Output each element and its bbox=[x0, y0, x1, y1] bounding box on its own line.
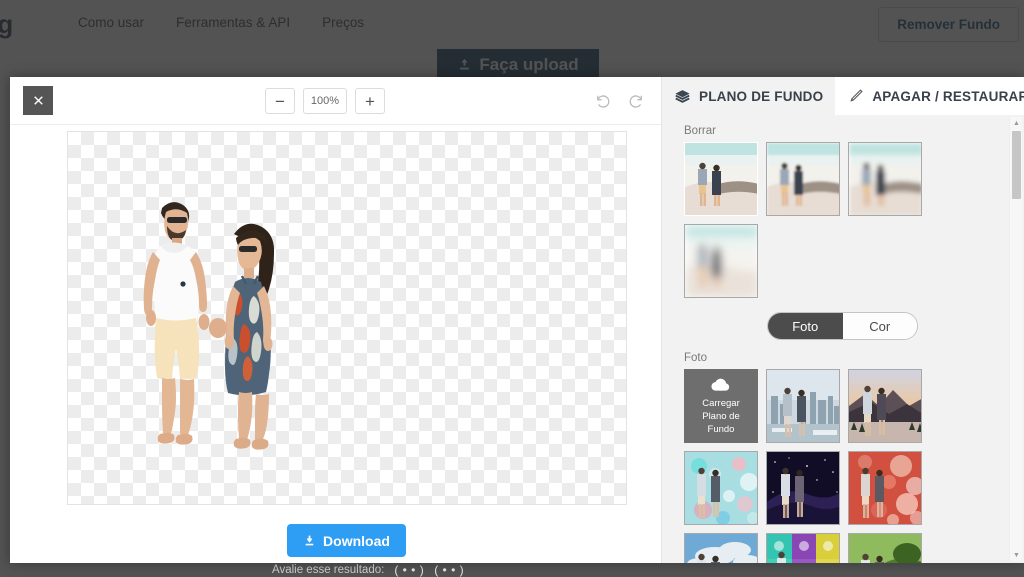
bg-thumb-green-garden[interactable] bbox=[848, 533, 922, 563]
download-label: Download bbox=[323, 532, 390, 549]
bg-thumb-color-pattern-image bbox=[767, 534, 839, 563]
layers-icon bbox=[675, 89, 690, 103]
held-hands bbox=[209, 318, 227, 338]
rating-bar: Avalie esse resultado: ( • • ) ( • • ) bbox=[0, 563, 1024, 577]
tab-plano-de-fundo-label: PLANO DE FUNDO bbox=[699, 88, 824, 104]
redo-icon bbox=[629, 94, 642, 108]
blur-thumb-0[interactable] bbox=[684, 142, 758, 216]
tab-apagar-restaurar[interactable]: APAGAR / RESTAURAR bbox=[835, 77, 1024, 115]
zoom-in-button[interactable]: + bbox=[355, 88, 385, 114]
redo-button[interactable] bbox=[625, 88, 647, 112]
photo-thumbnail-grid: Carregar Plano de Fundo bbox=[684, 369, 1001, 563]
zoom-out-button[interactable]: − bbox=[265, 88, 295, 114]
tab-apagar-restaurar-label: APAGAR / RESTAURAR bbox=[872, 88, 1024, 104]
download-icon bbox=[305, 535, 314, 546]
zoom-level-value[interactable]: 100% bbox=[303, 88, 347, 114]
bg-thumb-green-garden-image bbox=[849, 534, 921, 563]
blur-thumb-2-image bbox=[849, 143, 921, 215]
blur-thumb-1-image bbox=[767, 143, 839, 215]
undo-button[interactable] bbox=[591, 88, 613, 112]
app-root: og Como usar Ferramentas & API Preços Re… bbox=[0, 0, 1024, 577]
upload-tile-line1: Carregar bbox=[702, 398, 740, 409]
bg-thumb-clouds-sky-image bbox=[685, 534, 757, 563]
bg-thumb-mountain-sunset-image bbox=[849, 370, 921, 442]
bg-thumb-city-winter-image bbox=[767, 370, 839, 442]
subject-man bbox=[143, 202, 210, 445]
editor-pane: − 100% + Download bbox=[10, 77, 661, 563]
sidebar-pane: PLANO DE FUNDO APAGAR / RESTAURAR Borrar bbox=[661, 77, 1024, 563]
bg-thumb-red-bokeh-image bbox=[849, 452, 921, 524]
blur-thumbnail-grid bbox=[684, 142, 1001, 298]
image-canvas[interactable] bbox=[67, 131, 627, 505]
bg-thumb-clouds-sky[interactable] bbox=[684, 533, 758, 563]
bg-thumb-city-winter[interactable] bbox=[766, 369, 840, 443]
sidebar-scrollbar[interactable]: ▲ ▼ bbox=[1009, 117, 1022, 561]
mode-toggle-foto[interactable]: Foto bbox=[768, 313, 843, 339]
close-button[interactable] bbox=[23, 86, 53, 115]
cutout-subject-couple bbox=[143, 202, 275, 450]
cloud-upload-icon bbox=[711, 378, 730, 391]
mode-toggle: Foto Cor bbox=[767, 312, 918, 340]
background-options-panel: Borrar Foto Cor Foto Carregar Plano de F… bbox=[662, 115, 1024, 563]
bg-thumb-night-galaxy[interactable] bbox=[766, 451, 840, 525]
rating-face-negative[interactable]: ( • • ) bbox=[434, 563, 464, 577]
rating-face-positive[interactable]: ( • • ) bbox=[394, 563, 424, 577]
close-icon bbox=[33, 96, 43, 105]
blur-section-label: Borrar bbox=[684, 125, 716, 137]
upload-tile-line2: Plano de bbox=[702, 411, 740, 422]
scrollbar-thumb[interactable] bbox=[1012, 131, 1021, 199]
editor-toolbar: − 100% + bbox=[10, 77, 661, 125]
upload-background-tile[interactable]: Carregar Plano de Fundo bbox=[684, 369, 758, 443]
blur-thumb-3-image bbox=[685, 225, 757, 297]
mode-toggle-cor[interactable]: Cor bbox=[842, 313, 917, 339]
bg-thumb-mountain-sunset[interactable] bbox=[848, 369, 922, 443]
photo-section-label: Foto bbox=[684, 352, 708, 364]
brush-icon bbox=[850, 88, 863, 102]
bg-thumb-red-bokeh[interactable] bbox=[848, 451, 922, 525]
blur-thumb-1[interactable] bbox=[766, 142, 840, 216]
upload-tile-line3: Fundo bbox=[707, 424, 735, 435]
undo-icon bbox=[596, 94, 609, 108]
history-controls bbox=[591, 88, 647, 112]
blur-thumb-0-image bbox=[685, 143, 757, 215]
rating-prompt: Avalie esse resultado: bbox=[272, 564, 385, 576]
blur-thumb-3[interactable] bbox=[684, 224, 758, 298]
subject-woman bbox=[224, 223, 275, 450]
bg-thumb-night-galaxy-image bbox=[767, 452, 839, 524]
download-button[interactable]: Download bbox=[287, 524, 406, 557]
zoom-controls: − 100% + bbox=[265, 88, 385, 114]
scrollbar-up-arrow[interactable]: ▲ bbox=[1010, 117, 1023, 129]
scrollbar-down-arrow[interactable]: ▼ bbox=[1010, 549, 1023, 561]
bg-thumb-teal-bokeh-image bbox=[685, 452, 757, 524]
blur-thumb-2[interactable] bbox=[848, 142, 922, 216]
editor-modal: − 100% + Download PLANO DE FUNDO APAGAR … bbox=[10, 77, 1024, 563]
sidebar-tabs: PLANO DE FUNDO APAGAR / RESTAURAR bbox=[662, 77, 1024, 115]
bg-thumb-teal-bokeh[interactable] bbox=[684, 451, 758, 525]
tab-plano-de-fundo[interactable]: PLANO DE FUNDO bbox=[662, 77, 836, 115]
bg-thumb-color-pattern[interactable] bbox=[766, 533, 840, 563]
